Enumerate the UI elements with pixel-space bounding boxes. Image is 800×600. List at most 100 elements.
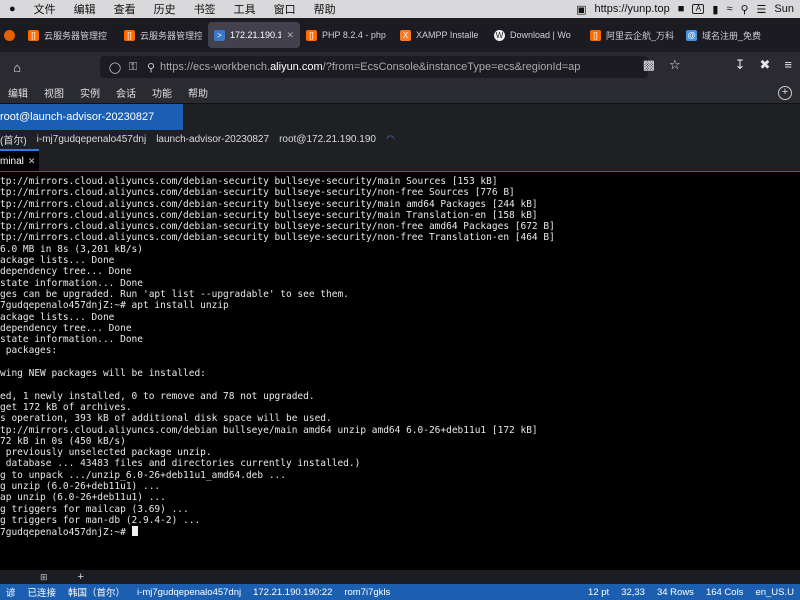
cloud-icon: [] xyxy=(590,29,601,41)
shield-icon[interactable]: ◯ xyxy=(106,61,124,74)
wifi-icon[interactable]: ≈ xyxy=(726,3,732,15)
firefox-icon[interactable] xyxy=(4,22,22,48)
grid-icon[interactable]: ⊞ xyxy=(40,572,48,583)
browser-tab-bar: [] 云服务器管理控 [] 云服务器管理控 > 172.21.190.19 ✕ … xyxy=(0,18,800,52)
login-user-host: root@172.21.190.190 xyxy=(279,133,376,145)
menu-icon[interactable]: ≡ xyxy=(784,57,792,73)
terminal-line: 7gudqepenalo457dnjZ:~# apt install unzip xyxy=(0,300,229,312)
url-host: aliyun.com xyxy=(270,61,323,73)
status-connection: 已连接 xyxy=(27,588,57,599)
status-bar: 谚 已连接 韩国（首尔） i-mj7gudqepenalo457dnj 172.… xyxy=(0,584,800,600)
input-source-icon[interactable]: A xyxy=(692,4,705,14)
add-terminal-icon[interactable]: + xyxy=(78,571,84,583)
qr-icon[interactable]: ▩ xyxy=(643,57,655,73)
status-font-size[interactable]: 12 pt xyxy=(582,587,615,598)
close-tab-icon[interactable]: ✕ xyxy=(286,30,294,41)
status-encoding: 谚 xyxy=(6,588,16,599)
terminal-line: wing NEW packages will be installed: xyxy=(0,368,206,380)
url-bar[interactable]: ◯ ⚿ ⚲ https://ecs-workbench. aliyun.com/?… xyxy=(100,56,648,78)
browser-tab[interactable]: [] PHP 8.2.4 - php xyxy=(300,22,394,48)
terminal-line: g triggers for mailcap (3.69) ... xyxy=(0,503,189,515)
terminal-line: dependency tree... Done xyxy=(0,322,132,334)
terminal-line: ges can be upgraded. Run 'apt list --upg… xyxy=(0,288,349,300)
apple-icon[interactable]: ● xyxy=(0,3,25,15)
terminal-line: tp://mirrors.cloud.aliyuncs.com/debian-s… xyxy=(0,198,538,210)
status-right-group: 12 pt 32,33 34 Rows 164 Cols en_US.U xyxy=(582,587,800,598)
screen-record-icon[interactable]: ▣ xyxy=(576,3,586,16)
browser-tab[interactable]: X XAMPP Installe xyxy=(394,22,488,48)
status-region: 韩国（首尔） xyxy=(68,588,126,599)
menubar-url-text[interactable]: https://yunp.top xyxy=(595,3,670,15)
terminal-line: 7gudqepenalo457dnjZ:~# xyxy=(0,526,800,538)
browser-tab[interactable]: [] 云服务器管理控 xyxy=(118,22,208,48)
terminal-line: s operation, 393 kB of additional disk s… xyxy=(0,413,332,425)
terminal-tab[interactable]: minal ✕ xyxy=(0,149,40,171)
terminal-line: tp://mirrors.cloud.aliyuncs.com/debian-s… xyxy=(0,209,538,221)
download-icon[interactable]: ↧ xyxy=(735,57,746,73)
menu-edit-workbench[interactable]: 编辑 xyxy=(0,85,36,100)
menu-history[interactable]: 历史 xyxy=(145,1,185,17)
url-rest: /?from=EcsConsole&instanceType=ecs&regio… xyxy=(322,61,581,73)
battery-icon[interactable]: ▮ xyxy=(712,3,718,16)
terminal-line: g unzip (6.0-26+deb11u1) ... xyxy=(0,481,161,493)
menu-instance[interactable]: 实例 xyxy=(72,85,108,100)
menu-help-workbench[interactable]: 帮助 xyxy=(180,85,216,100)
terminal-output[interactable]: tp://mirrors.cloud.aliyuncs.com/debian-s… xyxy=(0,172,800,570)
terminal-line: ap unzip (6.0-26+deb11u1) ... xyxy=(0,492,166,504)
cloud-icon: [] xyxy=(124,29,135,41)
terminal-line: get 172 kB of archives. xyxy=(0,401,132,413)
terminal-line: state information... Done xyxy=(0,277,143,289)
menubar-user: Sun xyxy=(774,3,794,15)
menu-function[interactable]: 功能 xyxy=(144,85,180,100)
menubar-status-area: ▣ https://yunp.top ■ A ▮ ≈ ⚲ ☰ Sun xyxy=(576,3,800,16)
menu-session[interactable]: 会话 xyxy=(108,85,144,100)
control-center-icon[interactable]: ☰ xyxy=(757,3,767,16)
terminal-icon: > xyxy=(214,29,225,41)
domain-icon: @ xyxy=(686,29,697,41)
menu-bookmarks[interactable]: 书签 xyxy=(185,1,225,17)
terminal-tab-bar: minal ✕ xyxy=(0,148,800,172)
browser-tab[interactable]: @ 域名注册_免费 xyxy=(680,22,776,48)
bookmark-star-icon[interactable]: ☆ xyxy=(669,57,681,73)
extension-close-icon[interactable]: ✖ xyxy=(760,57,771,73)
terminal-line: dependency tree... Done xyxy=(0,266,132,278)
status-ip-port: 172.21.190.190:22 xyxy=(253,586,333,598)
browser-tab[interactable]: [] 阿里云企航_万科 xyxy=(584,22,680,48)
browser-tab[interactable]: W Download | Wo xyxy=(488,22,584,48)
terminal-line: ackage lists... Done xyxy=(0,311,115,323)
terminal-line: tp://mirrors.cloud.aliyuncs.com/debian-s… xyxy=(0,221,555,233)
cloud-icon: [] xyxy=(28,29,39,41)
menu-edit[interactable]: 编辑 xyxy=(65,1,105,17)
add-session-icon[interactable]: + xyxy=(778,85,792,100)
terminal-line: previously unselected package unzip. xyxy=(0,447,212,459)
terminal-line: ackage lists... Done xyxy=(0,255,115,267)
browser-tab[interactable]: [] 云服务器管理控 xyxy=(22,22,118,48)
browser-tab-active[interactable]: > 172.21.190.19 ✕ xyxy=(208,22,300,48)
search-icon[interactable]: ⚲ xyxy=(740,3,748,16)
menu-file[interactable]: 文件 xyxy=(25,1,65,17)
macos-menubar: ● 文件 编辑 查看 历史 书签 工具 窗口 帮助 ▣ https://yunp… xyxy=(0,0,800,18)
status-hostname: rom7i7gkls xyxy=(344,586,391,598)
lock-icon[interactable]: ⚿ xyxy=(124,61,142,74)
bag-icon[interactable]: ■ xyxy=(678,3,685,15)
menu-help[interactable]: 帮助 xyxy=(305,1,345,17)
menu-view-workbench[interactable]: 视图 xyxy=(36,85,72,100)
instance-info-bar: (首尔) i-mj7gudqepenalo457dnj launch-advis… xyxy=(0,130,800,148)
terminal-line: g to unpack .../unzip_6.0-26+deb11u1_amd… xyxy=(0,469,286,481)
instance-name: launch-advisor-20230827 xyxy=(156,133,270,145)
terminal-line: tp://mirrors.cloud.aliyuncs.com/debian-s… xyxy=(0,232,555,244)
menu-window[interactable]: 窗口 xyxy=(265,1,305,17)
menu-tools[interactable]: 工具 xyxy=(225,1,265,17)
terminal-cursor xyxy=(131,526,138,537)
terminal-bottom-bar: ⊞ + xyxy=(0,570,800,584)
terminal-line: packages: xyxy=(0,345,58,357)
loading-spinner-icon: ◠ xyxy=(385,133,395,145)
host-session-tab[interactable]: root@launch-advisor-20230827 xyxy=(0,104,183,130)
close-terminal-tab-icon[interactable]: ✕ xyxy=(28,156,36,167)
key-icon[interactable]: ⚲ xyxy=(142,61,160,74)
menu-view[interactable]: 查看 xyxy=(105,1,145,17)
home-icon[interactable]: ⌂ xyxy=(6,60,28,75)
status-cursor-pos: 32,33 xyxy=(621,586,645,598)
xampp-icon: X xyxy=(400,29,411,41)
